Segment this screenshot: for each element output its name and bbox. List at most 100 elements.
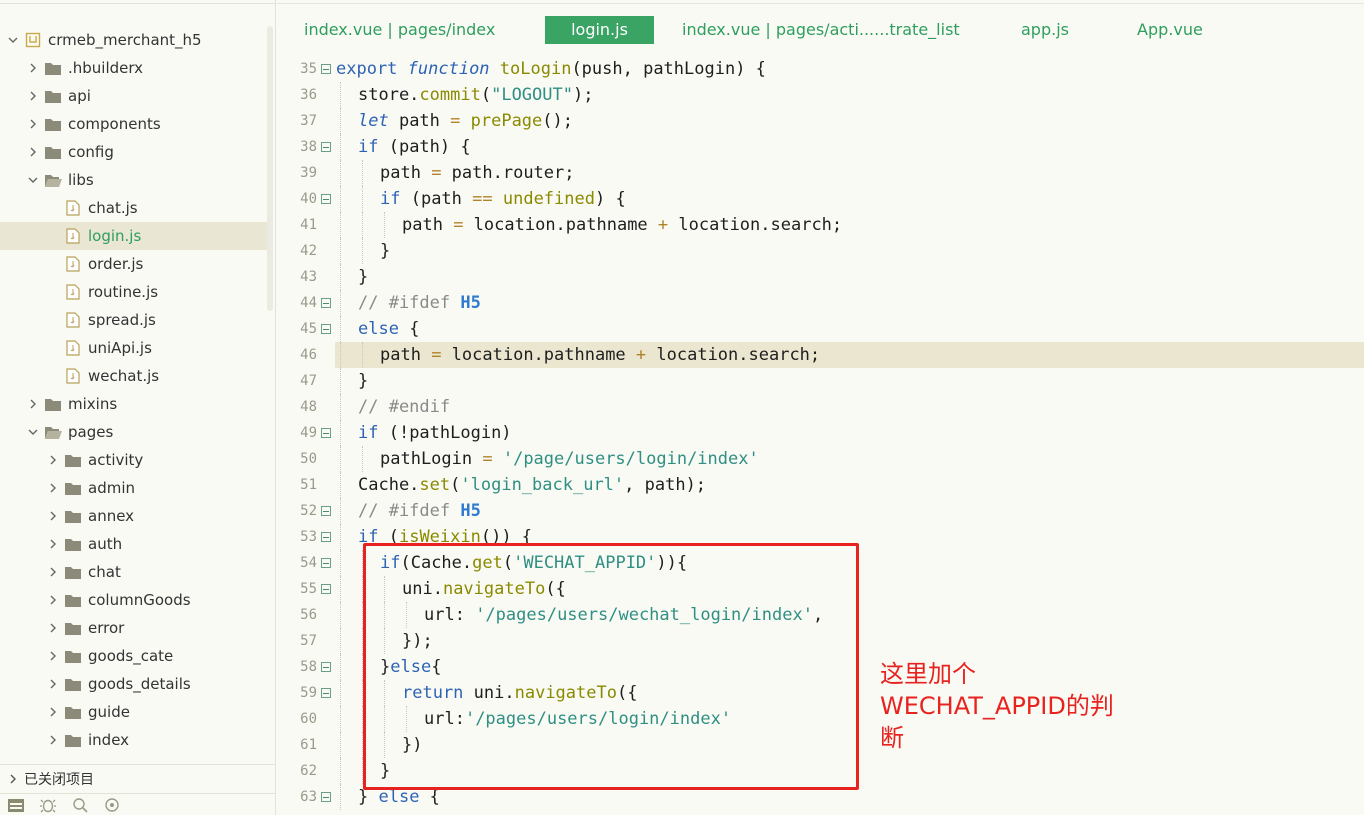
tree-item-mixins[interactable]: mixins xyxy=(0,390,267,418)
code-text: if (path == undefined) { xyxy=(380,186,626,212)
chevron-right-icon[interactable] xyxy=(46,733,60,747)
chevron-right-icon[interactable] xyxy=(46,453,60,467)
chevron-down-icon[interactable] xyxy=(26,173,40,187)
tree-item-goods-cate[interactable]: goods_cate xyxy=(0,642,267,670)
code-line-48[interactable]: 48 // #endif xyxy=(277,394,1364,420)
tab-index-vue-pages-index[interactable]: index.vue | pages/index xyxy=(304,16,495,44)
closed-projects-row[interactable]: 已关闭项目 xyxy=(0,764,276,792)
code-line-47[interactable]: 47} xyxy=(277,368,1364,394)
code-line-44[interactable]: 44 // #ifdef H5 xyxy=(277,290,1364,316)
code-line-43[interactable]: 43} xyxy=(277,264,1364,290)
chevron-down-icon[interactable] xyxy=(26,425,40,439)
code-line-46[interactable]: 46 path = location.pathname + location.se… xyxy=(277,342,1364,368)
tree-item-wechat-js[interactable]: wechat.js xyxy=(0,362,267,390)
indent-guide xyxy=(340,524,341,550)
chevron-right-icon[interactable] xyxy=(26,145,40,159)
tab-app-js[interactable]: app.js xyxy=(1021,16,1069,44)
tree-item-auth[interactable]: auth xyxy=(0,530,267,558)
line-number: 55 xyxy=(300,581,317,597)
sidebar-scrollbar[interactable] xyxy=(267,26,273,311)
explorer-toggle-icon[interactable] xyxy=(6,795,26,815)
line-number: 46 xyxy=(300,347,317,363)
chevron-right-icon[interactable] xyxy=(26,89,40,103)
chevron-right-icon[interactable] xyxy=(46,509,60,523)
chevron-right-icon[interactable] xyxy=(26,397,40,411)
fold-toggle-icon[interactable] xyxy=(321,688,331,698)
code-token: path xyxy=(398,111,451,131)
code-token: '/page/users/login/index' xyxy=(502,449,759,469)
tree-item-chat-js[interactable]: chat.js xyxy=(0,194,267,222)
code-text: path = path.router; xyxy=(380,160,575,186)
indent-guide xyxy=(362,186,363,212)
chevron-right-icon[interactable] xyxy=(46,593,60,607)
debug-bug-icon[interactable] xyxy=(38,795,58,815)
tree-item-annex[interactable]: annex xyxy=(0,502,267,530)
chevron-right-icon[interactable] xyxy=(26,61,40,75)
tab-app-vue[interactable]: App.vue xyxy=(1137,16,1203,44)
code-line-49[interactable]: 49 if (!pathLogin) xyxy=(277,420,1364,446)
code-line-38[interactable]: 38 if (path) { xyxy=(277,134,1364,160)
js-file-icon xyxy=(64,256,82,272)
tree-item-activity[interactable]: activity xyxy=(0,446,267,474)
chevron-right-icon[interactable] xyxy=(46,481,60,495)
tree-item-label: index xyxy=(88,731,130,749)
fold-toggle-icon[interactable] xyxy=(321,142,331,152)
code-line-40[interactable]: 40 if (path == undefined) { xyxy=(277,186,1364,212)
fold-toggle-icon[interactable] xyxy=(321,428,331,438)
tree-item-login-js[interactable]: login.js xyxy=(0,222,267,250)
tree-item-error[interactable]: error xyxy=(0,614,267,642)
tree-item-goods-details[interactable]: goods_details xyxy=(0,670,267,698)
code-line-35[interactable]: 35 export function toLogin(push, pathLogi… xyxy=(277,56,1364,82)
code-line-37[interactable]: 37 let path = prePage(); xyxy=(277,108,1364,134)
tree-item-crmeb-merchant-h5[interactable]: crmeb_merchant_h5 xyxy=(0,26,267,54)
tree-item-libs[interactable]: libs xyxy=(0,166,267,194)
fold-toggle-icon[interactable] xyxy=(321,792,331,802)
chevron-right-icon[interactable] xyxy=(26,117,40,131)
code-line-42[interactable]: 42} xyxy=(277,238,1364,264)
fold-toggle-icon[interactable] xyxy=(321,64,331,74)
tab-login-js[interactable]: login.js xyxy=(545,16,654,44)
chevron-right-icon[interactable] xyxy=(46,649,60,663)
code-line-51[interactable]: 51 Cache.set('login_back_url', path); xyxy=(277,472,1364,498)
tree-item-guide[interactable]: guide xyxy=(0,698,267,726)
annotation-line: 断 xyxy=(880,724,904,752)
tree-item-columngoods[interactable]: columnGoods xyxy=(0,586,267,614)
chevron-right-icon[interactable] xyxy=(46,565,60,579)
tab-index-vue-pages-activity[interactable]: index.vue | pages/acti......trate_list xyxy=(682,16,960,44)
code-line-36[interactable]: 36 store.commit("LOGOUT"); xyxy=(277,82,1364,108)
tree-item-hbuilderx[interactable]: .hbuilderx xyxy=(0,54,267,82)
fold-toggle-icon[interactable] xyxy=(321,558,331,568)
fold-toggle-icon[interactable] xyxy=(321,584,331,594)
plugin-icon[interactable] xyxy=(102,795,122,815)
fold-toggle-icon[interactable] xyxy=(321,532,331,542)
chevron-right-icon[interactable] xyxy=(46,677,60,691)
fold-toggle-icon[interactable] xyxy=(321,194,331,204)
code-line-45[interactable]: 45 else { xyxy=(277,316,1364,342)
tree-item-order-js[interactable]: order.js xyxy=(0,250,267,278)
fold-toggle-icon[interactable] xyxy=(321,662,331,672)
tree-item-admin[interactable]: admin xyxy=(0,474,267,502)
tree-item-spread-js[interactable]: spread.js xyxy=(0,306,267,334)
chevron-right-icon[interactable] xyxy=(46,705,60,719)
code-line-52[interactable]: 52 // #ifdef H5 xyxy=(277,498,1364,524)
tree-item-routine-js[interactable]: routine.js xyxy=(0,278,267,306)
fold-toggle-icon[interactable] xyxy=(321,506,331,516)
tree-item-index[interactable]: index xyxy=(0,726,267,754)
chevron-down-icon[interactable] xyxy=(6,33,20,47)
tree-item-components[interactable]: components xyxy=(0,110,267,138)
code-token: ) { xyxy=(594,189,626,209)
tree-item-pages[interactable]: pages xyxy=(0,418,267,446)
tree-item-api[interactable]: api xyxy=(0,82,267,110)
code-line-41[interactable]: 41 path = location.pathname + location.se… xyxy=(277,212,1364,238)
tree-item-chat[interactable]: chat xyxy=(0,558,267,586)
fold-toggle-icon[interactable] xyxy=(321,298,331,308)
search-replace-icon[interactable] xyxy=(70,795,90,815)
code-line-50[interactable]: 50 pathLogin = '/page/users/login/index' xyxy=(277,446,1364,472)
chevron-right-icon[interactable] xyxy=(46,621,60,635)
fold-toggle-icon[interactable] xyxy=(321,324,331,334)
tree-item-config[interactable]: config xyxy=(0,138,267,166)
indent-guide xyxy=(340,238,341,264)
tree-item-uniapi-js[interactable]: uniApi.js xyxy=(0,334,267,362)
code-line-39[interactable]: 39 path = path.router; xyxy=(277,160,1364,186)
chevron-right-icon[interactable] xyxy=(46,537,60,551)
